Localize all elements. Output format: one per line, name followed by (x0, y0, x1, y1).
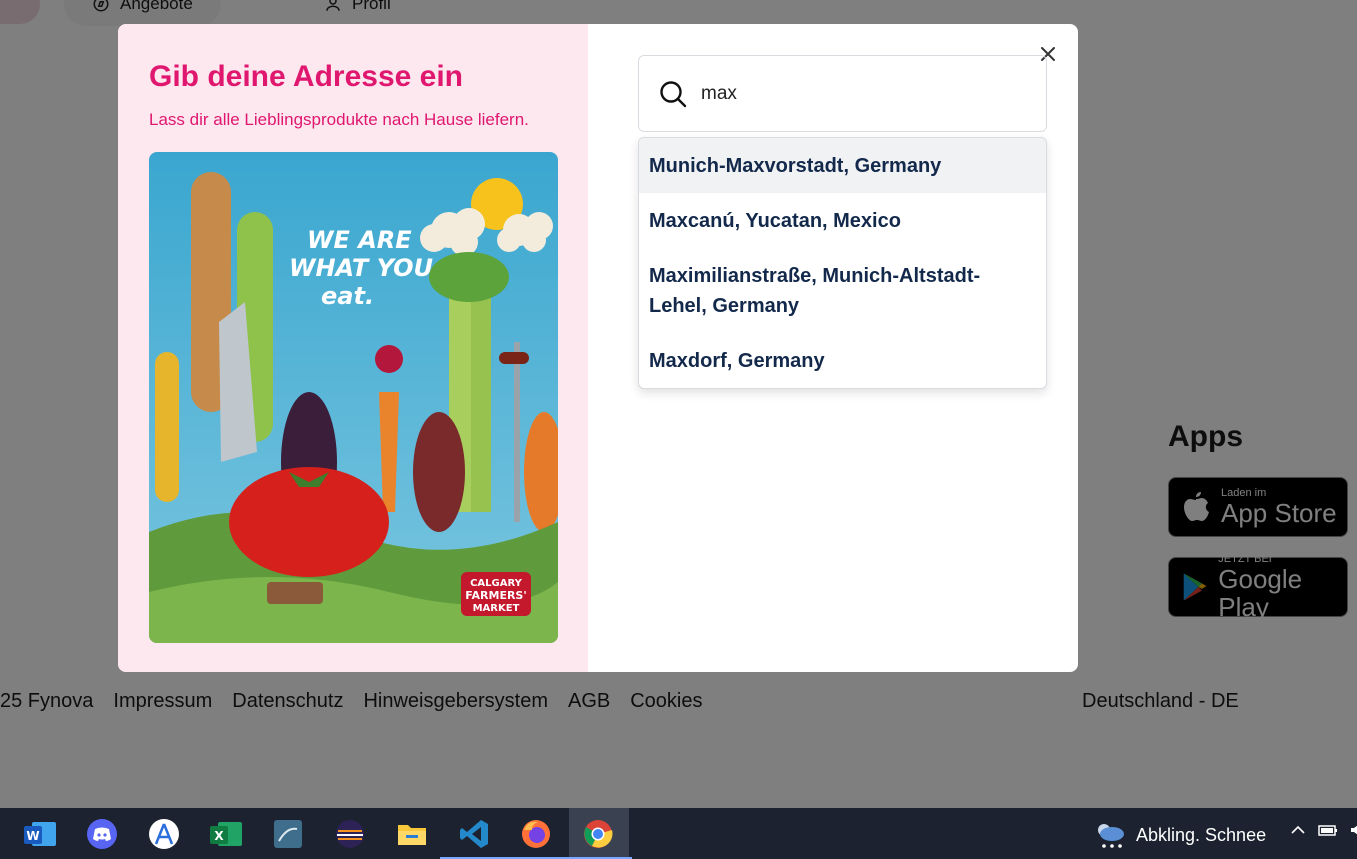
weather-text: Abkling. Schnee (1136, 824, 1267, 845)
volume-icon[interactable] (1350, 822, 1357, 838)
address-modal: Gib deine Adresse ein Lass dir alle Lieb… (118, 24, 1078, 672)
vscode-icon[interactable] (440, 816, 508, 859)
promo-image: WE ARE WHAT YOU eat. CALGARY FARMERS' MA… (149, 152, 558, 643)
suggestions-dropdown: Munich-Maxvorstadt, Germany Maxcanú, Yuc… (638, 137, 1047, 389)
promo-brand-2: FARMERS' (465, 589, 526, 602)
promo-brand-1: CALGARY (470, 578, 523, 589)
svg-text:X: X (214, 829, 224, 843)
modal-promo-panel: Gib deine Adresse ein Lass dir alle Lieb… (118, 24, 588, 672)
app-icon[interactable] (146, 816, 182, 852)
chevron-up-icon[interactable] (1290, 822, 1306, 838)
promo-illustration: WE ARE WHAT YOU eat. CALGARY FARMERS' MA… (149, 152, 558, 643)
modal-search-panel: Munich-Maxvorstadt, Germany Maxcanú, Yuc… (588, 24, 1078, 672)
system-tray (1290, 822, 1357, 838)
suggestion-item[interactable]: Munich-Maxvorstadt, Germany (639, 138, 1046, 193)
suggestion-item[interactable]: Maxcanú, Yucatan, Mexico (639, 193, 1046, 248)
modal-title: Gib deine Adresse ein (149, 60, 463, 93)
chrome-icon[interactable] (564, 816, 632, 859)
database-icon[interactable] (270, 816, 306, 852)
suggestion-item[interactable]: Maximilianstraße, Munich-Altstadt-Lehel,… (639, 248, 1046, 333)
weather-widget[interactable]: Abkling. Schnee (1094, 820, 1266, 850)
taskbar: W X Abkling. Schnee (0, 808, 1357, 859)
promo-headline-1: WE ARE (307, 226, 412, 254)
promo-brand-3: MARKET (473, 603, 520, 614)
search-icon (660, 80, 687, 107)
suggestion-item[interactable]: Maxdorf, Germany (639, 333, 1046, 388)
firefox-icon[interactable] (502, 816, 570, 859)
svg-text:W: W (26, 829, 39, 843)
address-search-box[interactable] (638, 55, 1047, 132)
battery-icon[interactable] (1318, 822, 1338, 838)
modal-subtitle: Lass dir alle Lieblingsprodukte nach Hau… (149, 110, 529, 129)
excel-icon[interactable]: X (208, 816, 244, 852)
eclipse-icon[interactable] (332, 816, 368, 852)
discord-icon[interactable] (84, 816, 120, 852)
promo-headline-2: WHAT YOU (289, 254, 433, 282)
address-search-input[interactable] (701, 82, 1001, 105)
word-icon[interactable]: W (22, 816, 58, 852)
file-explorer-icon[interactable] (394, 816, 430, 852)
snow-cloud-icon (1098, 824, 1124, 848)
promo-headline-3: eat. (321, 282, 374, 310)
